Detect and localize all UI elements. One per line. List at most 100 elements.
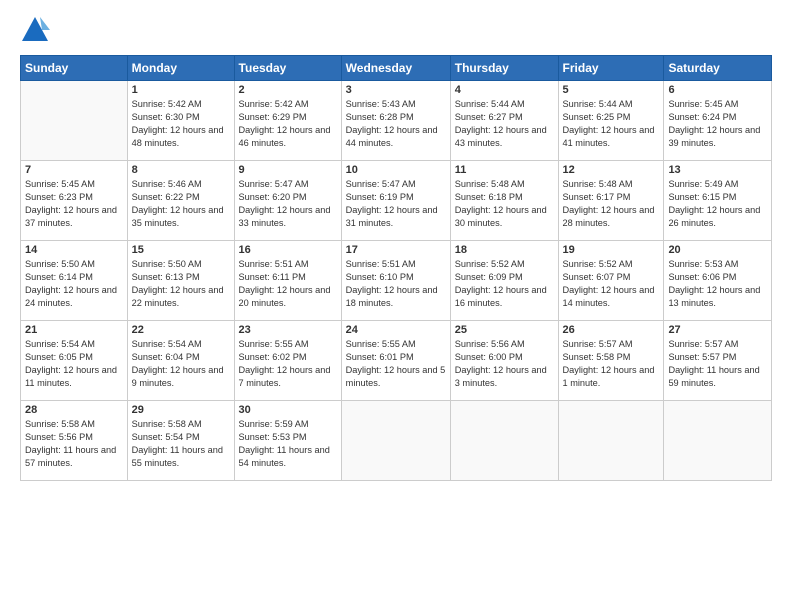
calendar-day-header: Monday xyxy=(127,56,234,81)
day-info: Sunrise: 5:43 AM Sunset: 6:28 PM Dayligh… xyxy=(346,98,446,150)
day-info: Sunrise: 5:57 AM Sunset: 5:57 PM Dayligh… xyxy=(668,338,767,390)
day-number: 18 xyxy=(455,244,554,256)
day-number: 19 xyxy=(563,244,660,256)
day-number: 25 xyxy=(455,324,554,336)
calendar-day-cell: 22 Sunrise: 5:54 AM Sunset: 6:04 PM Dayl… xyxy=(127,321,234,401)
day-info: Sunrise: 5:42 AM Sunset: 6:30 PM Dayligh… xyxy=(132,98,230,150)
calendar-day-header: Friday xyxy=(558,56,664,81)
day-number: 20 xyxy=(668,244,767,256)
calendar-day-header: Tuesday xyxy=(234,56,341,81)
calendar-day-cell: 2 Sunrise: 5:42 AM Sunset: 6:29 PM Dayli… xyxy=(234,81,341,161)
day-info: Sunrise: 5:50 AM Sunset: 6:13 PM Dayligh… xyxy=(132,258,230,310)
calendar-day-cell: 13 Sunrise: 5:49 AM Sunset: 6:15 PM Dayl… xyxy=(664,161,772,241)
day-info: Sunrise: 5:50 AM Sunset: 6:14 PM Dayligh… xyxy=(25,258,123,310)
calendar-day-cell xyxy=(21,81,128,161)
logo-icon xyxy=(20,15,50,45)
calendar-day-header: Saturday xyxy=(664,56,772,81)
calendar-day-cell: 14 Sunrise: 5:50 AM Sunset: 6:14 PM Dayl… xyxy=(21,241,128,321)
day-info: Sunrise: 5:55 AM Sunset: 6:02 PM Dayligh… xyxy=(239,338,337,390)
calendar-day-cell: 27 Sunrise: 5:57 AM Sunset: 5:57 PM Dayl… xyxy=(664,321,772,401)
day-info: Sunrise: 5:54 AM Sunset: 6:05 PM Dayligh… xyxy=(25,338,123,390)
day-info: Sunrise: 5:56 AM Sunset: 6:00 PM Dayligh… xyxy=(455,338,554,390)
calendar-header-row: SundayMondayTuesdayWednesdayThursdayFrid… xyxy=(21,56,772,81)
day-info: Sunrise: 5:54 AM Sunset: 6:04 PM Dayligh… xyxy=(132,338,230,390)
day-number: 8 xyxy=(132,164,230,176)
calendar-day-cell: 12 Sunrise: 5:48 AM Sunset: 6:17 PM Dayl… xyxy=(558,161,664,241)
calendar-day-header: Thursday xyxy=(450,56,558,81)
calendar-day-cell: 9 Sunrise: 5:47 AM Sunset: 6:20 PM Dayli… xyxy=(234,161,341,241)
calendar-day-cell: 11 Sunrise: 5:48 AM Sunset: 6:18 PM Dayl… xyxy=(450,161,558,241)
day-number: 24 xyxy=(346,324,446,336)
day-info: Sunrise: 5:58 AM Sunset: 5:54 PM Dayligh… xyxy=(132,418,230,470)
day-number: 10 xyxy=(346,164,446,176)
day-info: Sunrise: 5:51 AM Sunset: 6:10 PM Dayligh… xyxy=(346,258,446,310)
calendar-week-row: 21 Sunrise: 5:54 AM Sunset: 6:05 PM Dayl… xyxy=(21,321,772,401)
calendar-day-cell: 7 Sunrise: 5:45 AM Sunset: 6:23 PM Dayli… xyxy=(21,161,128,241)
day-number: 9 xyxy=(239,164,337,176)
calendar-day-header: Wednesday xyxy=(341,56,450,81)
calendar-day-cell: 8 Sunrise: 5:46 AM Sunset: 6:22 PM Dayli… xyxy=(127,161,234,241)
calendar-day-header: Sunday xyxy=(21,56,128,81)
calendar-day-cell: 17 Sunrise: 5:51 AM Sunset: 6:10 PM Dayl… xyxy=(341,241,450,321)
day-info: Sunrise: 5:44 AM Sunset: 6:27 PM Dayligh… xyxy=(455,98,554,150)
calendar-day-cell: 21 Sunrise: 5:54 AM Sunset: 6:05 PM Dayl… xyxy=(21,321,128,401)
day-number: 15 xyxy=(132,244,230,256)
day-number: 2 xyxy=(239,84,337,96)
calendar-day-cell xyxy=(341,401,450,481)
day-info: Sunrise: 5:59 AM Sunset: 5:53 PM Dayligh… xyxy=(239,418,337,470)
day-info: Sunrise: 5:45 AM Sunset: 6:23 PM Dayligh… xyxy=(25,178,123,230)
day-number: 16 xyxy=(239,244,337,256)
calendar-week-row: 7 Sunrise: 5:45 AM Sunset: 6:23 PM Dayli… xyxy=(21,161,772,241)
day-info: Sunrise: 5:51 AM Sunset: 6:11 PM Dayligh… xyxy=(239,258,337,310)
day-info: Sunrise: 5:47 AM Sunset: 6:19 PM Dayligh… xyxy=(346,178,446,230)
day-number: 26 xyxy=(563,324,660,336)
day-info: Sunrise: 5:58 AM Sunset: 5:56 PM Dayligh… xyxy=(25,418,123,470)
header xyxy=(20,15,772,45)
calendar-day-cell: 30 Sunrise: 5:59 AM Sunset: 5:53 PM Dayl… xyxy=(234,401,341,481)
day-number: 21 xyxy=(25,324,123,336)
calendar-day-cell: 4 Sunrise: 5:44 AM Sunset: 6:27 PM Dayli… xyxy=(450,81,558,161)
day-info: Sunrise: 5:48 AM Sunset: 6:18 PM Dayligh… xyxy=(455,178,554,230)
calendar-day-cell: 6 Sunrise: 5:45 AM Sunset: 6:24 PM Dayli… xyxy=(664,81,772,161)
calendar-day-cell xyxy=(558,401,664,481)
day-info: Sunrise: 5:52 AM Sunset: 6:07 PM Dayligh… xyxy=(563,258,660,310)
day-number: 30 xyxy=(239,404,337,416)
calendar-day-cell xyxy=(664,401,772,481)
calendar-day-cell: 24 Sunrise: 5:55 AM Sunset: 6:01 PM Dayl… xyxy=(341,321,450,401)
day-info: Sunrise: 5:42 AM Sunset: 6:29 PM Dayligh… xyxy=(239,98,337,150)
day-info: Sunrise: 5:57 AM Sunset: 5:58 PM Dayligh… xyxy=(563,338,660,390)
calendar-day-cell: 29 Sunrise: 5:58 AM Sunset: 5:54 PM Dayl… xyxy=(127,401,234,481)
calendar-week-row: 28 Sunrise: 5:58 AM Sunset: 5:56 PM Dayl… xyxy=(21,401,772,481)
calendar-day-cell: 1 Sunrise: 5:42 AM Sunset: 6:30 PM Dayli… xyxy=(127,81,234,161)
calendar-day-cell: 26 Sunrise: 5:57 AM Sunset: 5:58 PM Dayl… xyxy=(558,321,664,401)
day-number: 6 xyxy=(668,84,767,96)
day-number: 12 xyxy=(563,164,660,176)
day-number: 23 xyxy=(239,324,337,336)
calendar-day-cell: 16 Sunrise: 5:51 AM Sunset: 6:11 PM Dayl… xyxy=(234,241,341,321)
calendar-day-cell: 19 Sunrise: 5:52 AM Sunset: 6:07 PM Dayl… xyxy=(558,241,664,321)
day-number: 22 xyxy=(132,324,230,336)
day-number: 17 xyxy=(346,244,446,256)
day-number: 11 xyxy=(455,164,554,176)
calendar-day-cell: 10 Sunrise: 5:47 AM Sunset: 6:19 PM Dayl… xyxy=(341,161,450,241)
day-number: 4 xyxy=(455,84,554,96)
day-info: Sunrise: 5:46 AM Sunset: 6:22 PM Dayligh… xyxy=(132,178,230,230)
logo xyxy=(20,15,55,45)
day-number: 1 xyxy=(132,84,230,96)
day-info: Sunrise: 5:55 AM Sunset: 6:01 PM Dayligh… xyxy=(346,338,446,390)
calendar-day-cell: 25 Sunrise: 5:56 AM Sunset: 6:00 PM Dayl… xyxy=(450,321,558,401)
day-number: 5 xyxy=(563,84,660,96)
day-number: 14 xyxy=(25,244,123,256)
day-info: Sunrise: 5:47 AM Sunset: 6:20 PM Dayligh… xyxy=(239,178,337,230)
calendar-day-cell: 20 Sunrise: 5:53 AM Sunset: 6:06 PM Dayl… xyxy=(664,241,772,321)
day-info: Sunrise: 5:44 AM Sunset: 6:25 PM Dayligh… xyxy=(563,98,660,150)
day-number: 27 xyxy=(668,324,767,336)
page: SundayMondayTuesdayWednesdayThursdayFrid… xyxy=(0,0,792,612)
day-info: Sunrise: 5:53 AM Sunset: 6:06 PM Dayligh… xyxy=(668,258,767,310)
day-info: Sunrise: 5:48 AM Sunset: 6:17 PM Dayligh… xyxy=(563,178,660,230)
calendar-table: SundayMondayTuesdayWednesdayThursdayFrid… xyxy=(20,55,772,481)
day-number: 28 xyxy=(25,404,123,416)
day-number: 7 xyxy=(25,164,123,176)
calendar-day-cell: 15 Sunrise: 5:50 AM Sunset: 6:13 PM Dayl… xyxy=(127,241,234,321)
calendar-day-cell: 18 Sunrise: 5:52 AM Sunset: 6:09 PM Dayl… xyxy=(450,241,558,321)
